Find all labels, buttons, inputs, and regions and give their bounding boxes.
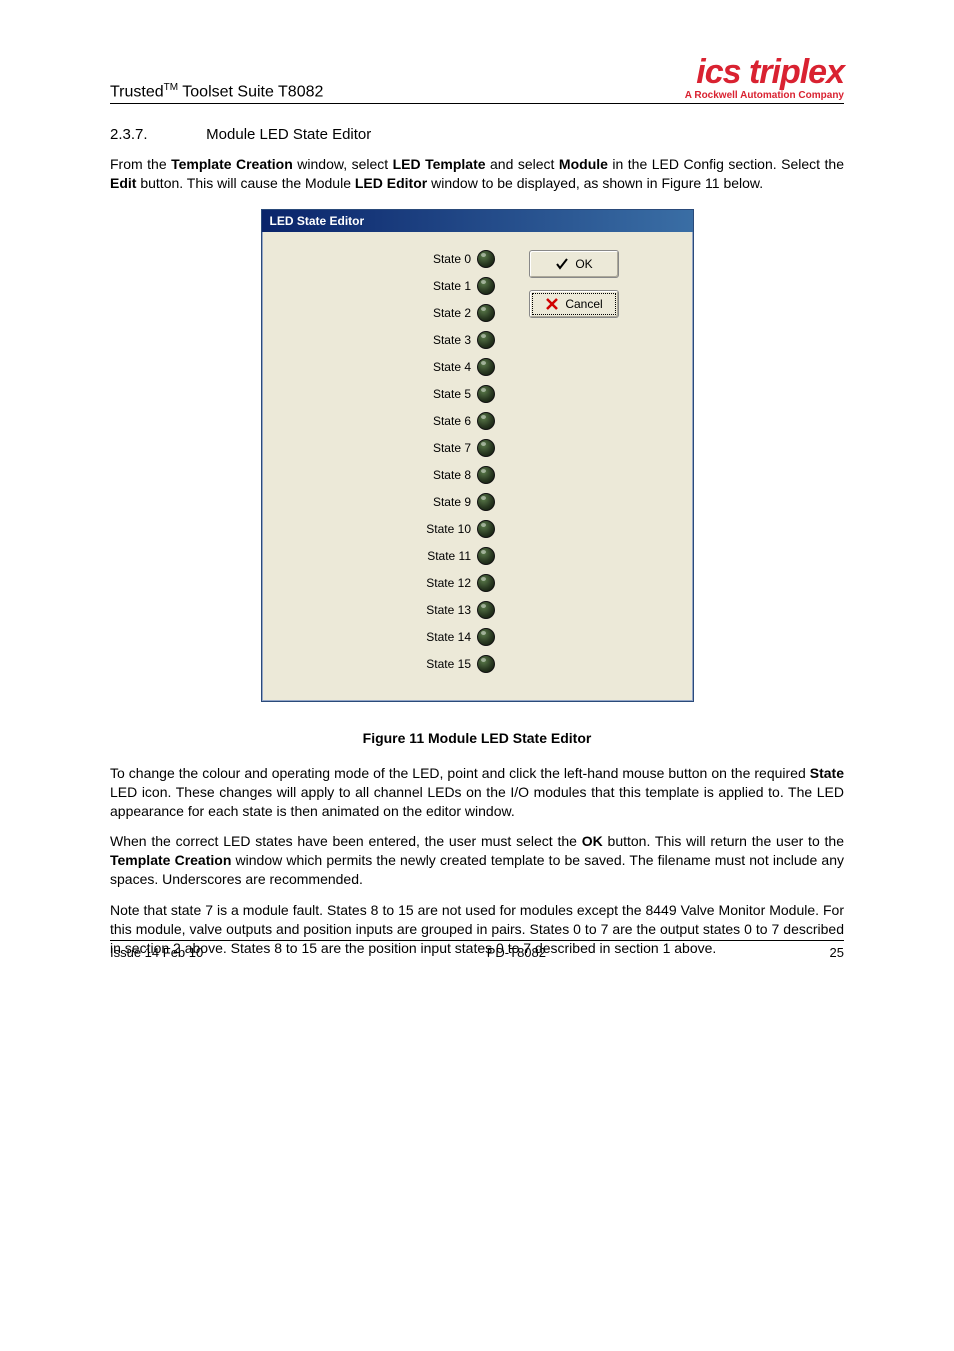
text-bold: Edit (110, 175, 136, 191)
text: in the LED Config section. Select the (608, 156, 844, 172)
led-icon[interactable] (477, 250, 495, 268)
text-bold: OK (582, 833, 603, 849)
state-label: State 3 (425, 333, 473, 347)
paragraph-2: To change the colour and operating mode … (110, 764, 844, 821)
state-label: State 6 (425, 414, 473, 428)
title-suffix: Toolset Suite T8082 (178, 83, 323, 100)
cancel-label: Cancel (565, 297, 602, 311)
logo-sub-rest: Company (796, 90, 844, 101)
state-label: State 5 (425, 387, 473, 401)
dialog-button-column: OK Cancel (529, 250, 619, 673)
state-row: State 1 (425, 277, 495, 295)
dialog-titlebar: LED State Editor (262, 210, 693, 232)
footer-center: PD-T8082 (487, 945, 546, 960)
text-bold: Template Creation (110, 852, 231, 868)
paragraph-1: From the Template Creation window, selec… (110, 155, 844, 193)
text: button. This will return the user to the (603, 833, 844, 849)
state-label: State 14 (425, 630, 473, 644)
text-bold: Template Creation (171, 156, 293, 172)
text: and select (486, 156, 559, 172)
state-row: State 12 (425, 574, 495, 592)
state-row: State 4 (425, 358, 495, 376)
text: When the correct LED states have been en… (110, 833, 582, 849)
trademark: TM (164, 82, 178, 93)
header-title: TrustedTM Toolset Suite T8082 (110, 82, 323, 101)
state-label: State 0 (425, 252, 473, 266)
state-row: State 11 (425, 547, 495, 565)
state-row: State 10 (425, 520, 495, 538)
paragraph-3: When the correct LED states have been en… (110, 832, 844, 889)
state-row: State 5 (425, 385, 495, 403)
text: LED icon. These changes will apply to al… (110, 784, 844, 819)
section-number: 2.3.7. (110, 126, 202, 143)
text: window, select (293, 156, 393, 172)
led-state-editor-dialog: LED State Editor State 0 State 1 State 2… (261, 209, 694, 702)
cancel-button[interactable]: Cancel (529, 290, 619, 318)
dialog-body: State 0 State 1 State 2 State 3 State 4 … (262, 232, 693, 701)
state-label: State 13 (425, 603, 473, 617)
state-row: State 7 (425, 439, 495, 457)
page-header: TrustedTM Toolset Suite T8082 ics triple… (110, 55, 844, 104)
brand-logo: ics triplex A Rockwell Automation Compan… (685, 55, 844, 101)
state-row: State 14 (425, 628, 495, 646)
ok-button[interactable]: OK (529, 250, 619, 278)
text-bold: LED Template (393, 156, 486, 172)
state-row: State 13 (425, 601, 495, 619)
logo-subtitle: A Rockwell Automation Company (685, 91, 844, 101)
led-icon[interactable] (477, 493, 495, 511)
state-list: State 0 State 1 State 2 State 3 State 4 … (425, 250, 495, 673)
state-row: State 6 (425, 412, 495, 430)
figure-caption: Figure 11 Module LED State Editor (110, 730, 844, 746)
state-label: State 8 (425, 468, 473, 482)
text-bold: Module (559, 156, 608, 172)
ok-label: OK (575, 257, 592, 271)
section-title: Module LED State Editor (206, 126, 371, 143)
led-icon[interactable] (477, 466, 495, 484)
led-icon[interactable] (477, 412, 495, 430)
text: button. This will cause the Module (136, 175, 354, 191)
led-icon[interactable] (477, 547, 495, 565)
led-icon[interactable] (477, 655, 495, 673)
state-label: State 12 (425, 576, 473, 590)
led-icon[interactable] (477, 304, 495, 322)
led-icon[interactable] (477, 358, 495, 376)
footer-left: Issue 14 Feb 10 (110, 945, 203, 960)
state-row: State 8 (425, 466, 495, 484)
text: From the (110, 156, 171, 172)
state-label: State 7 (425, 441, 473, 455)
text: window to be displayed, as shown in Figu… (427, 175, 763, 191)
state-label: State 10 (425, 522, 473, 536)
x-icon (545, 297, 559, 311)
led-icon[interactable] (477, 439, 495, 457)
led-icon[interactable] (477, 574, 495, 592)
state-label: State 1 (425, 279, 473, 293)
state-row: State 9 (425, 493, 495, 511)
led-icon[interactable] (477, 520, 495, 538)
led-icon[interactable] (477, 385, 495, 403)
state-label: State 9 (425, 495, 473, 509)
text-bold: State (810, 765, 844, 781)
led-icon[interactable] (477, 331, 495, 349)
state-label: State 15 (425, 657, 473, 671)
check-icon (555, 257, 569, 271)
led-icon[interactable] (477, 277, 495, 295)
state-label: State 11 (425, 549, 473, 563)
state-label: State 2 (425, 306, 473, 320)
state-row: State 3 (425, 331, 495, 349)
state-label: State 4 (425, 360, 473, 374)
text-bold: LED Editor (355, 175, 427, 191)
logo-main-text: ics triplex (685, 55, 844, 89)
logo-sub-bold: A Rockwell Automation (685, 90, 796, 101)
text: To change the colour and operating mode … (110, 765, 810, 781)
footer-right: 25 (830, 945, 844, 960)
page-footer: Issue 14 Feb 10 PD-T8082 25 (110, 940, 844, 960)
state-row: State 0 (425, 250, 495, 268)
section-heading: 2.3.7. Module LED State Editor (110, 126, 844, 143)
led-icon[interactable] (477, 601, 495, 619)
title-prefix: Trusted (110, 83, 164, 100)
state-row: State 2 (425, 304, 495, 322)
led-icon[interactable] (477, 628, 495, 646)
state-row: State 15 (425, 655, 495, 673)
